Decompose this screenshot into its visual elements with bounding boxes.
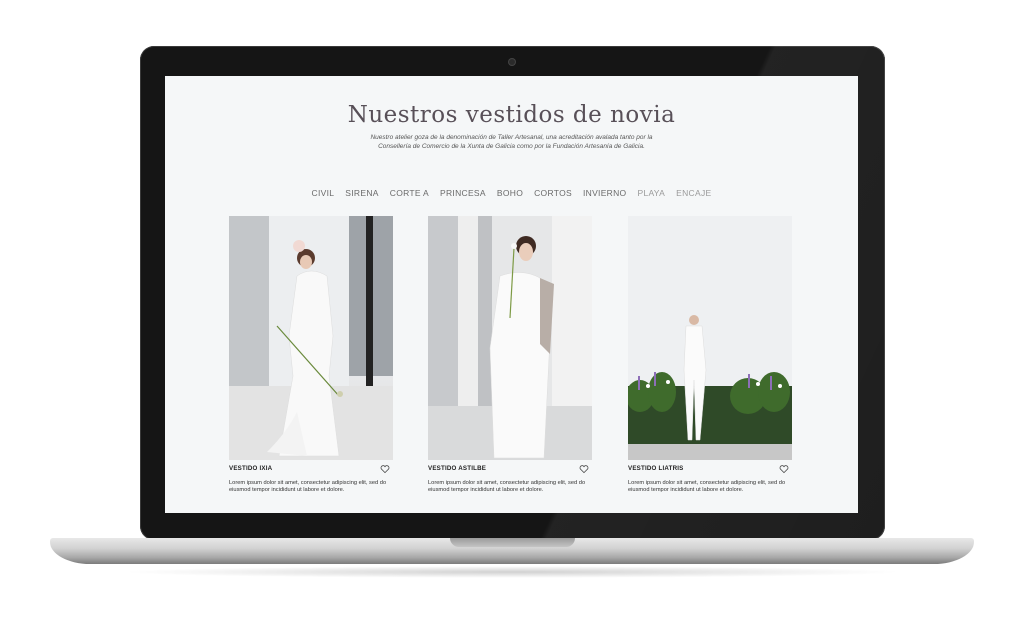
category-nav: CIVIL SIRENA CORTE A PRINCESA BOHO CORTO… xyxy=(165,188,858,198)
product-description: Lorem ipsum dolor sit amet, consectetur … xyxy=(628,480,786,494)
laptop-hinge-notch xyxy=(450,538,575,547)
nav-item-civil[interactable]: CIVIL xyxy=(312,188,335,198)
product-name[interactable]: VESTIDO ASTILBE xyxy=(428,465,486,472)
product-title-row: VESTIDO IXIA xyxy=(229,465,393,475)
laptop-screen: Nuestros vestidos de novia Nuestro ateli… xyxy=(165,76,858,513)
product-photo[interactable] xyxy=(229,216,393,460)
webcam xyxy=(509,59,515,65)
nav-item-playa[interactable]: PLAYA xyxy=(637,188,665,198)
nav-item-invierno[interactable]: INVIERNO xyxy=(583,188,627,198)
heart-icon[interactable] xyxy=(779,464,789,474)
product-title-row: VESTIDO ASTILBE xyxy=(428,465,592,475)
nav-item-sirena[interactable]: SIRENA xyxy=(345,188,378,198)
nav-item-boho[interactable]: BOHO xyxy=(497,188,523,198)
product-card[interactable]: VESTIDO IXIA Lorem ipsum dolor sit amet,… xyxy=(229,216,393,493)
heart-icon[interactable] xyxy=(579,464,589,474)
heart-icon[interactable] xyxy=(380,464,390,474)
nav-item-encaje[interactable]: ENCAJE xyxy=(676,188,711,198)
laptop-shadow xyxy=(120,566,904,578)
bride-ixia-image xyxy=(229,216,393,460)
product-card[interactable]: VESTIDO LIATRIS Lorem ipsum dolor sit am… xyxy=(628,216,792,493)
product-card[interactable]: VESTIDO ASTILBE Lorem ipsum dolor sit am… xyxy=(428,216,592,493)
bride-astilbe-image xyxy=(428,216,592,460)
nav-item-princesa[interactable]: PRINCESA xyxy=(440,188,486,198)
product-description: Lorem ipsum dolor sit amet, consectetur … xyxy=(428,480,586,494)
product-description: Lorem ipsum dolor sit amet, consectetur … xyxy=(229,480,387,494)
product-photo[interactable] xyxy=(428,216,592,460)
product-title-row: VESTIDO LIATRIS xyxy=(628,465,792,475)
product-name[interactable]: VESTIDO IXIA xyxy=(229,465,272,472)
product-name[interactable]: VESTIDO LIATRIS xyxy=(628,465,683,472)
page-title: Nuestros vestidos de novia xyxy=(347,102,676,128)
nav-item-corte-a[interactable]: CORTE A xyxy=(390,188,429,198)
product-photo[interactable] xyxy=(628,216,792,460)
bride-liatris-image xyxy=(628,216,792,460)
nav-item-cortos[interactable]: CORTOS xyxy=(534,188,572,198)
page-subtitle: Nuestro atelier goza de la denominación … xyxy=(370,134,653,150)
